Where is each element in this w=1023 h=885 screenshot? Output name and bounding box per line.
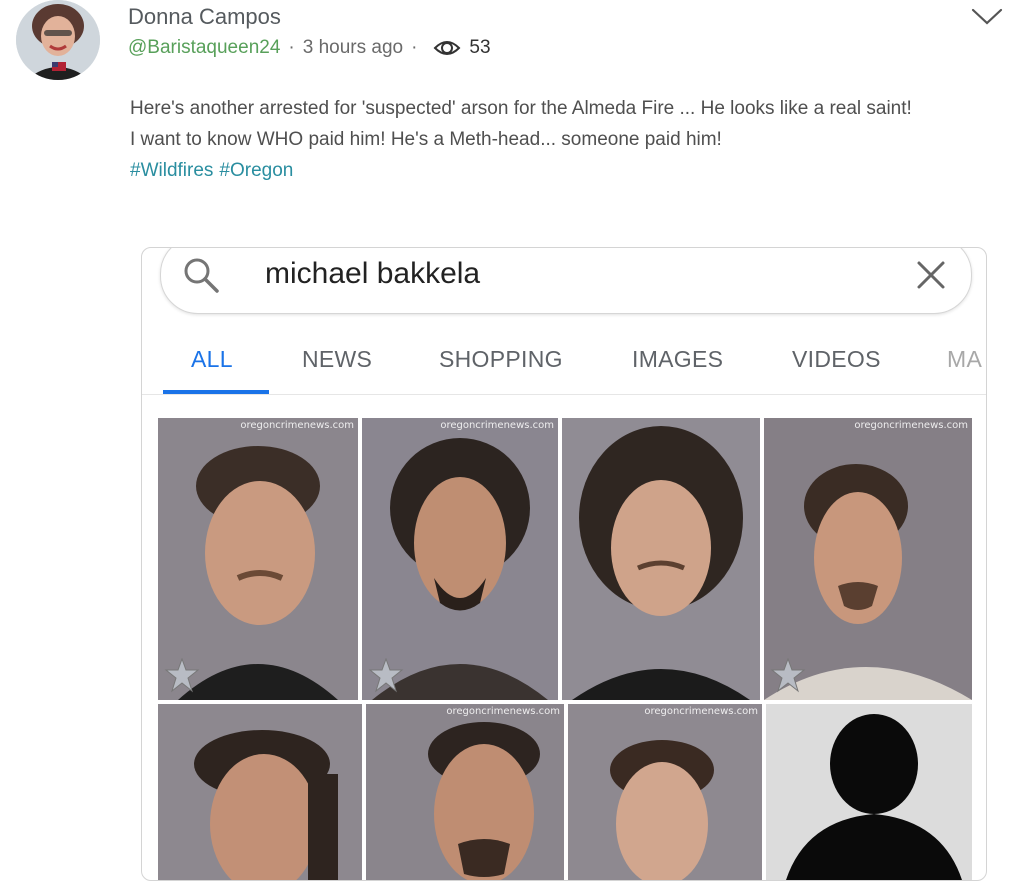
mugshot-image xyxy=(568,704,762,880)
author-handle[interactable]: @Baristaqueen24 xyxy=(128,37,280,59)
tab-maps: MA xyxy=(947,346,983,372)
avatar-image xyxy=(16,0,100,80)
watermark: oregoncrimenews.com xyxy=(240,420,354,431)
sheriff-badge-icon xyxy=(164,657,200,694)
sheriff-badge-icon xyxy=(368,657,404,694)
separator-dot: · xyxy=(411,37,418,58)
hashtags: #Wildfires #Oregon xyxy=(130,155,1020,186)
separator-dot: · xyxy=(288,37,295,58)
hashtag-oregon[interactable]: #Oregon xyxy=(219,160,293,181)
search-icon xyxy=(181,255,221,295)
image-result: oregoncrimenews.com xyxy=(158,418,358,700)
chevron-down-icon[interactable] xyxy=(970,6,1004,28)
tab-all: ALL xyxy=(191,346,233,372)
avatar[interactable] xyxy=(16,0,100,80)
close-icon xyxy=(915,259,947,291)
watermark: oregoncrimenews.com xyxy=(446,706,560,717)
tab-news: NEWS xyxy=(302,346,373,372)
watermark: oregoncrimenews.com xyxy=(440,420,554,431)
search-bar: michael bakkela xyxy=(160,248,972,314)
image-result xyxy=(562,418,760,700)
active-tab-indicator xyxy=(163,390,269,394)
sheriff-badge-icon xyxy=(770,657,806,694)
post-body: Here's another arrested for 'suspected' … xyxy=(130,93,1020,186)
attached-image[interactable]: michael bakkela ALL NEWS SHOPPING IMAGES… xyxy=(141,247,987,881)
image-result: oregoncrimenews.com xyxy=(568,704,762,880)
tab-images: IMAGES xyxy=(632,346,724,372)
tab-videos: VIDEOS xyxy=(792,346,881,372)
post-text-line: Here's another arrested for 'suspected' … xyxy=(130,98,912,119)
author-name[interactable]: Donna Campos xyxy=(128,4,281,30)
post-time: 3 hours ago xyxy=(302,37,404,58)
mugshot-image xyxy=(158,704,362,880)
view-count: 53 xyxy=(469,37,491,58)
search-tabs: ALL NEWS SHOPPING IMAGES VIDEOS MA xyxy=(142,330,986,395)
image-result xyxy=(158,704,362,880)
mugshot-image xyxy=(366,704,564,880)
person-silhouette-icon xyxy=(766,704,972,880)
image-result: oregoncrimenews.com xyxy=(362,418,558,700)
post-text-line: I want to know WHO paid him! He's a Meth… xyxy=(130,129,722,150)
image-results-grid: oregoncrimenews.com oregoncrimenews.com xyxy=(158,418,972,880)
hashtag-wildfires[interactable]: #Wildfires xyxy=(130,160,213,181)
eye-icon xyxy=(433,38,461,58)
image-result: oregoncrimenews.com xyxy=(366,704,564,880)
watermark: oregoncrimenews.com xyxy=(644,706,758,717)
tab-shopping: SHOPPING xyxy=(439,346,563,372)
image-result xyxy=(766,704,972,880)
mugshot-image xyxy=(562,418,760,700)
watermark: oregoncrimenews.com xyxy=(854,420,968,431)
image-result: oregoncrimenews.com xyxy=(764,418,972,700)
post-meta: @Baristaqueen24 · 3 hours ago · 53 xyxy=(128,37,491,59)
search-query: michael bakkela xyxy=(265,257,481,290)
